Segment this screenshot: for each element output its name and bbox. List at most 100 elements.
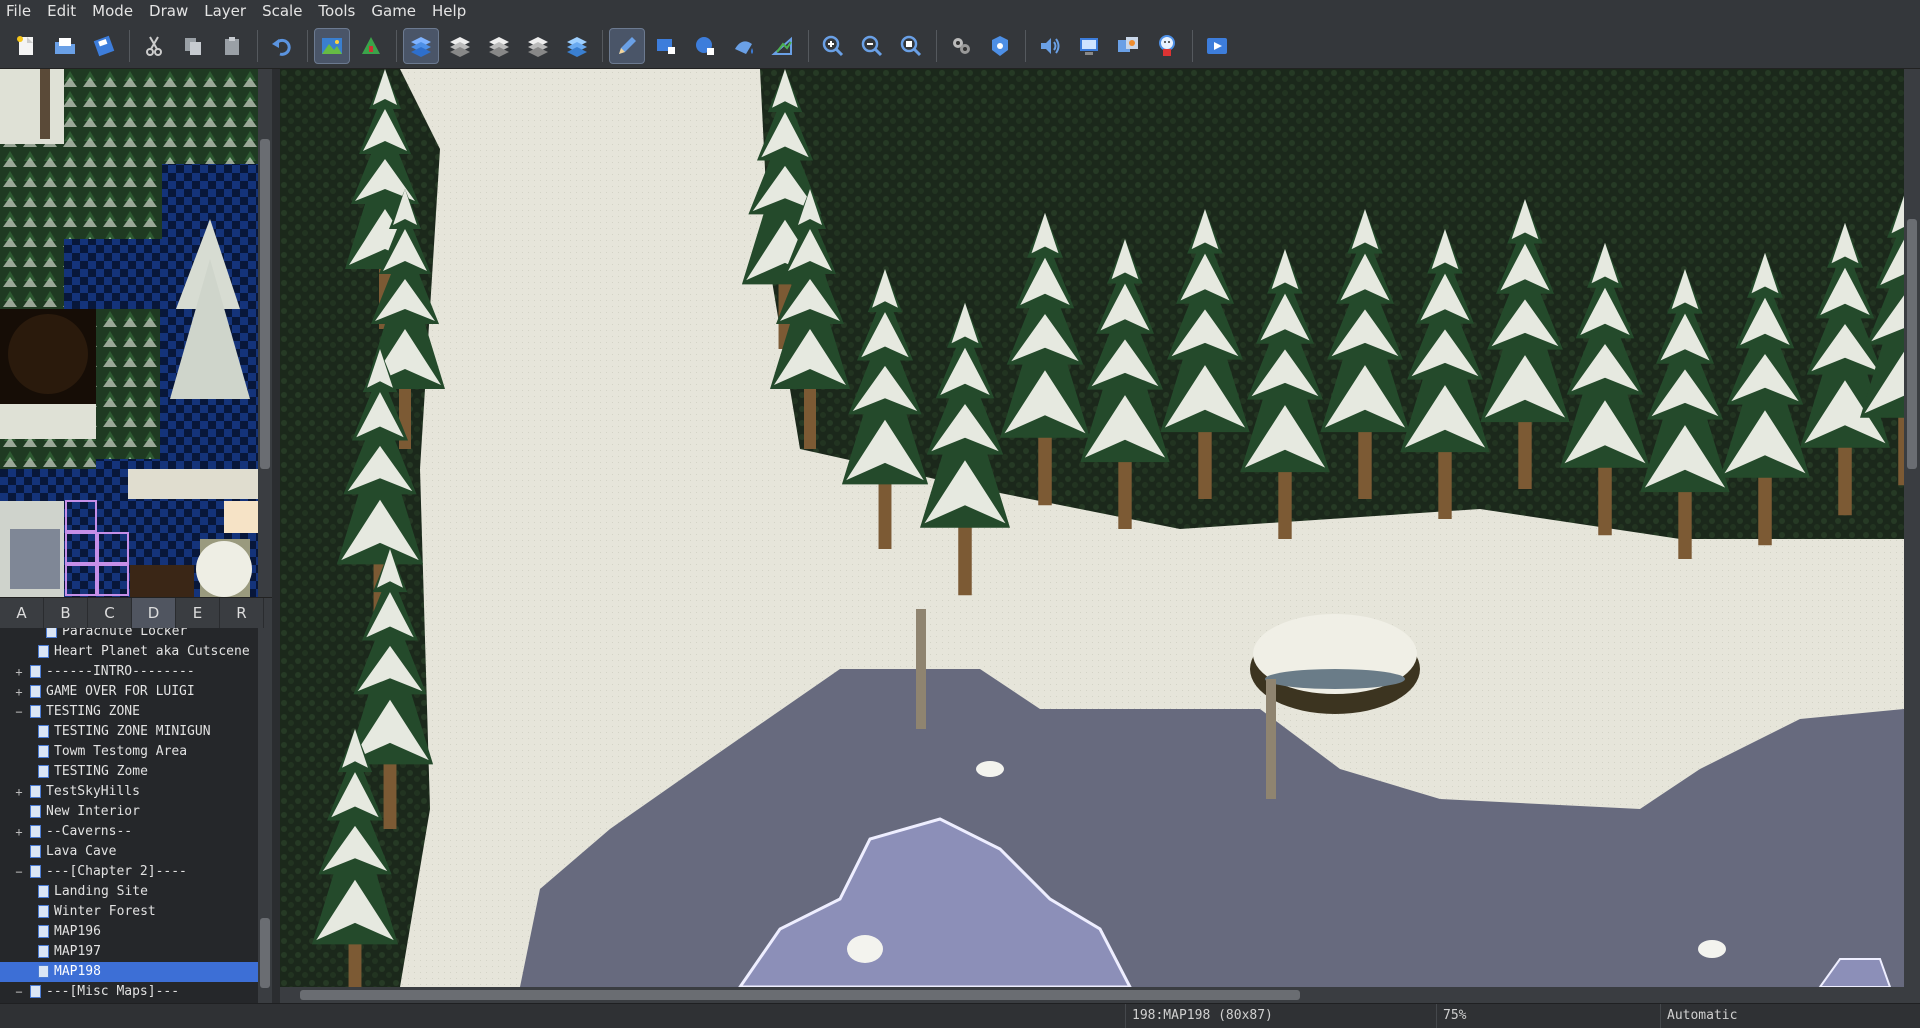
tileset-scrollbar[interactable] xyxy=(258,69,272,597)
map-tree-item-label: TESTING ZONE MINIGUN xyxy=(54,724,211,739)
toolbar-separator xyxy=(1025,29,1026,62)
undo-button[interactable] xyxy=(264,28,300,64)
map-tree-scrollbar[interactable] xyxy=(258,628,272,1003)
tileset-tab-b[interactable]: B xyxy=(44,598,88,628)
map-tree-scrollbar-thumb[interactable] xyxy=(260,918,270,988)
save-button[interactable] xyxy=(86,28,122,64)
expand-icon[interactable]: + xyxy=(14,682,24,702)
zoom-out-button[interactable] xyxy=(854,28,890,64)
playtest-button[interactable] xyxy=(1199,28,1235,64)
map-tree-item[interactable]: Landing Site xyxy=(0,882,258,902)
resource-button[interactable] xyxy=(1110,28,1146,64)
map-tree-item[interactable]: + --Caverns-- xyxy=(0,822,258,842)
select-button[interactable] xyxy=(765,28,801,64)
map-tree-item[interactable]: + TestSkyHills xyxy=(0,782,258,802)
layer4-button[interactable] xyxy=(520,28,556,64)
map-tree-item-label: ------INTRO-------- xyxy=(46,664,195,679)
map-tree-item-label: TestSkyHills xyxy=(46,784,140,799)
paste-button[interactable] xyxy=(214,28,250,64)
map-vertical-scrollbar[interactable] xyxy=(1904,69,1920,987)
map-tree-item[interactable]: Winter Forest xyxy=(0,902,258,922)
map-tree-item[interactable]: Lava Cave xyxy=(0,842,258,862)
map-canvas[interactable] xyxy=(280,69,1904,987)
menu-draw[interactable]: Draw xyxy=(141,0,196,23)
fill-button[interactable] xyxy=(726,28,762,64)
all-layers-button[interactable] xyxy=(559,28,595,64)
map-tree-item[interactable]: + ------INTRO-------- xyxy=(0,662,258,682)
layer3-button[interactable] xyxy=(481,28,517,64)
menu-tools[interactable]: Tools xyxy=(310,0,363,23)
menu-scale[interactable]: Scale xyxy=(254,0,310,23)
map-horizontal-scrollbar-thumb[interactable] xyxy=(300,990,1300,1000)
map-tree-item[interactable]: + GAME OVER FOR LUIGI xyxy=(0,682,258,702)
tileset-scrollbar-thumb[interactable] xyxy=(260,139,270,469)
select-icon xyxy=(771,36,792,55)
database-button[interactable] xyxy=(943,28,979,64)
map-view[interactable] xyxy=(280,69,1904,987)
collapse-icon[interactable]: − xyxy=(14,862,24,882)
ellipse-button[interactable] xyxy=(687,28,723,64)
tileset-tab-c[interactable]: C xyxy=(88,598,132,628)
menu-mode[interactable]: Mode xyxy=(84,0,141,23)
map-tree-item[interactable]: TESTING Zome xyxy=(0,762,258,782)
map-horizontal-scrollbar[interactable] xyxy=(280,987,1920,1003)
open-button[interactable] xyxy=(47,28,83,64)
map-tree-item-label: New Interior xyxy=(46,804,140,819)
tileset-image[interactable] xyxy=(0,69,258,597)
map-icon xyxy=(30,825,41,838)
map-tree-item[interactable]: − TESTING ZONE xyxy=(0,702,258,722)
tileset-tab-e[interactable]: E xyxy=(176,598,220,628)
map-tree-item[interactable]: Towm Testomg Area xyxy=(0,742,258,762)
collapse-icon[interactable]: − xyxy=(14,982,24,1002)
toolbar-separator xyxy=(129,29,130,62)
menu-game[interactable]: Game xyxy=(363,0,424,23)
menu-edit[interactable]: Edit xyxy=(39,0,84,23)
tileset-tab-a[interactable]: A xyxy=(0,598,44,628)
layer1-button[interactable] xyxy=(403,27,439,64)
map-tree-item[interactable]: Parachute Locker xyxy=(0,628,258,642)
toolbar-separator xyxy=(1192,29,1193,62)
copy-button[interactable] xyxy=(175,28,211,64)
toolbar-separator xyxy=(936,29,937,62)
map-tree-item[interactable]: − ---[Misc Maps]--- xyxy=(0,982,258,1002)
map-icon xyxy=(38,725,49,738)
map-tree-item-label: Parachute Locker xyxy=(62,628,188,639)
map-mode-button[interactable] xyxy=(314,27,350,64)
menu-layer[interactable]: Layer xyxy=(196,0,254,23)
rectangle-icon xyxy=(657,38,675,54)
menu-help[interactable]: Help xyxy=(424,0,474,23)
cut-icon xyxy=(146,35,162,56)
materials-button[interactable] xyxy=(982,28,1018,64)
pencil-button[interactable] xyxy=(609,27,645,64)
map-tree-item-label: Landing Site xyxy=(54,884,148,899)
zoom-in-button[interactable] xyxy=(815,28,851,64)
expand-icon[interactable]: + xyxy=(14,662,24,682)
cut-button[interactable] xyxy=(136,28,172,64)
rectangle-button[interactable] xyxy=(648,28,684,64)
tileset-tab-r[interactable]: R xyxy=(220,598,264,628)
new-button[interactable] xyxy=(8,28,44,64)
map-tree-item[interactable]: MAP196 xyxy=(0,922,258,942)
event-mode-icon xyxy=(362,36,380,54)
tileset-tab-d[interactable]: D xyxy=(132,598,176,628)
map-icon xyxy=(30,665,41,678)
sound-button[interactable] xyxy=(1032,28,1068,64)
layer2-button[interactable] xyxy=(442,28,478,64)
map-tree-item[interactable]: MAP198 xyxy=(0,962,258,982)
menu-file[interactable]: File xyxy=(0,0,39,23)
map-tree-item[interactable]: Heart Planet aka Cutscene xyxy=(0,642,258,662)
character-button[interactable] xyxy=(1149,28,1185,64)
collapse-icon[interactable]: − xyxy=(14,702,24,722)
map-tree-item[interactable]: − ---[Chapter 2]---- xyxy=(0,862,258,882)
zoom-in-icon xyxy=(822,35,844,56)
expand-icon[interactable]: + xyxy=(14,782,24,802)
map-tree-item[interactable]: MAP197 xyxy=(0,942,258,962)
script-button[interactable] xyxy=(1071,28,1107,64)
map-vertical-scrollbar-thumb[interactable] xyxy=(1907,219,1917,469)
event-mode-button[interactable] xyxy=(353,28,389,64)
map-tree-item[interactable]: New Interior xyxy=(0,802,258,822)
map-tree-item[interactable]: TESTING ZONE MINIGUN xyxy=(0,722,258,742)
tileset-palette[interactable] xyxy=(0,69,258,597)
expand-icon[interactable]: + xyxy=(14,822,24,842)
zoom-actual-button[interactable] xyxy=(893,28,929,64)
